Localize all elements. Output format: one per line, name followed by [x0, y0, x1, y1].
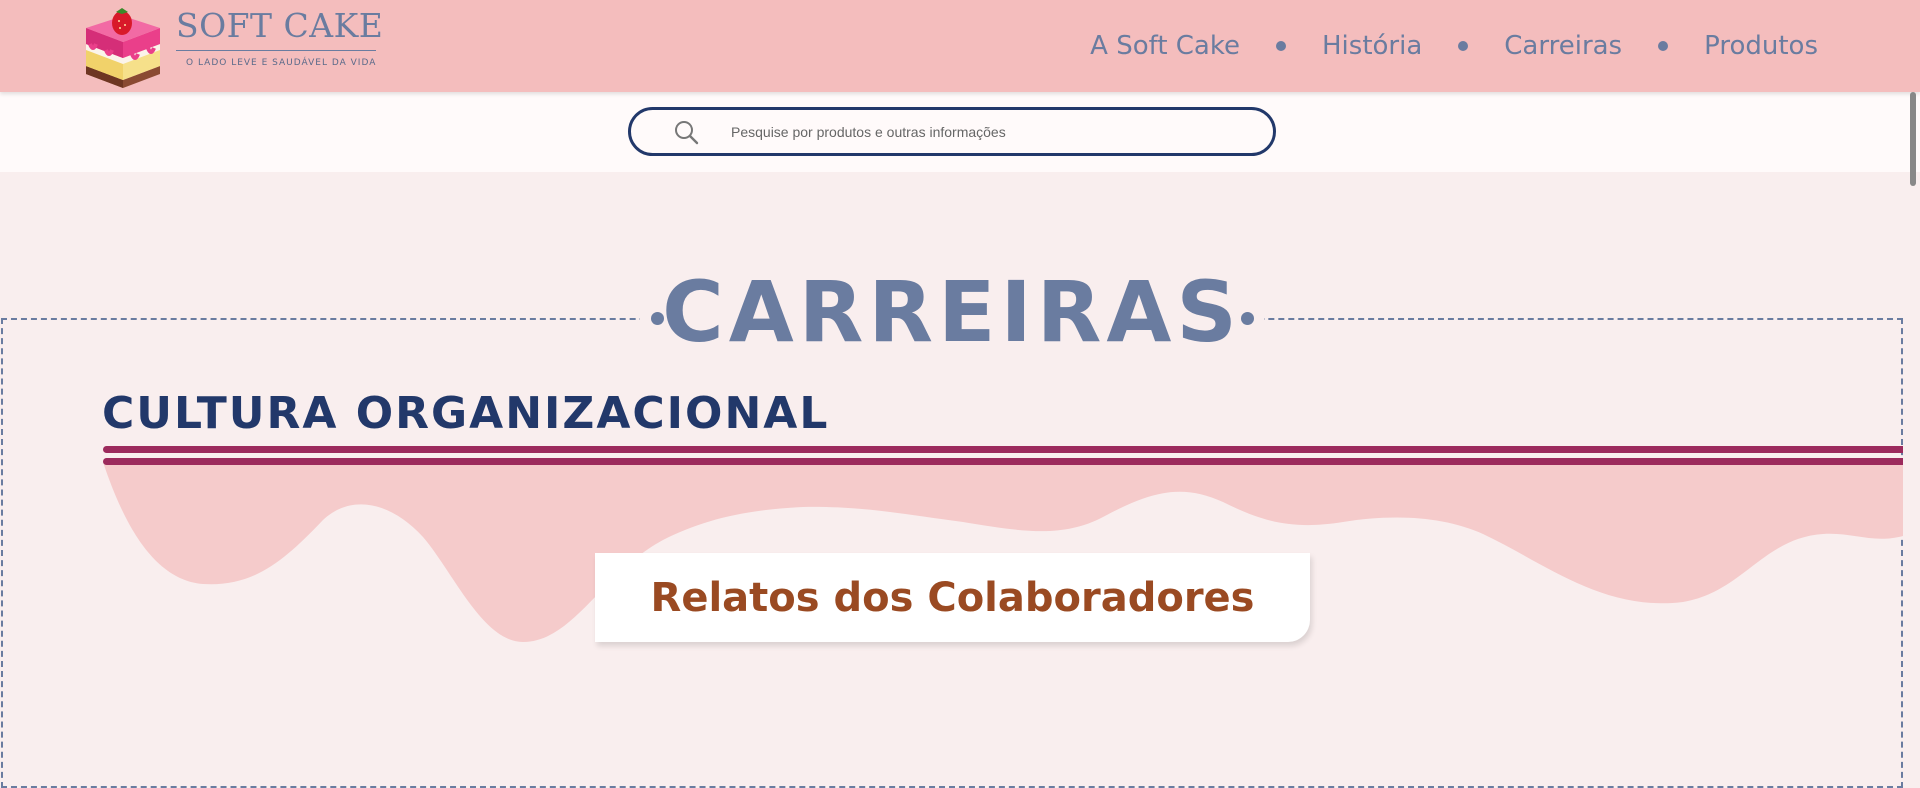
section-heading: CULTURA ORGANIZACIONAL: [102, 388, 830, 439]
nav-separator-dot: [1458, 41, 1469, 51]
search-input[interactable]: [729, 122, 1209, 141]
heading-stripe-bottom: [103, 458, 1903, 465]
search-icon[interactable]: [673, 119, 699, 145]
heading-stripe-top: [103, 446, 1903, 453]
brand-name: SOFT CAKE: [176, 6, 384, 45]
site-header: SOFT CAKE O LADO LEVE E SAUDÁVEL DA VIDA…: [0, 0, 1920, 92]
brand-divider: [176, 50, 376, 51]
nav-link-carreiras[interactable]: Carreiras: [1504, 31, 1622, 61]
page-title: CARREIRAS: [662, 263, 1242, 361]
nav-link-produtos[interactable]: Produtos: [1704, 31, 1818, 61]
brand-tagline: O LADO LEVE E SAUDÁVEL DA VIDA: [186, 58, 377, 68]
relatos-title: Relatos dos Colaboradores: [650, 574, 1255, 621]
brand-logo[interactable]: SOFT CAKE O LADO LEVE E SAUDÁVEL DA VIDA: [84, 4, 384, 88]
relatos-card: Relatos dos Colaboradores: [595, 553, 1310, 642]
nav-separator-dot: [1658, 41, 1669, 51]
main-nav: A Soft Cake História Carreiras Produtos: [1090, 26, 1818, 66]
search-bar[interactable]: [628, 107, 1276, 156]
cake-logo-icon: [86, 8, 160, 88]
nav-link-a-soft-cake[interactable]: A Soft Cake: [1090, 31, 1240, 61]
nav-separator-dot: [1276, 41, 1286, 51]
nav-link-historia[interactable]: História: [1322, 31, 1422, 61]
brand-text: SOFT CAKE O LADO LEVE E SAUDÁVEL DA VIDA: [176, 6, 384, 68]
scrollbar-thumb[interactable]: [1910, 92, 1916, 186]
